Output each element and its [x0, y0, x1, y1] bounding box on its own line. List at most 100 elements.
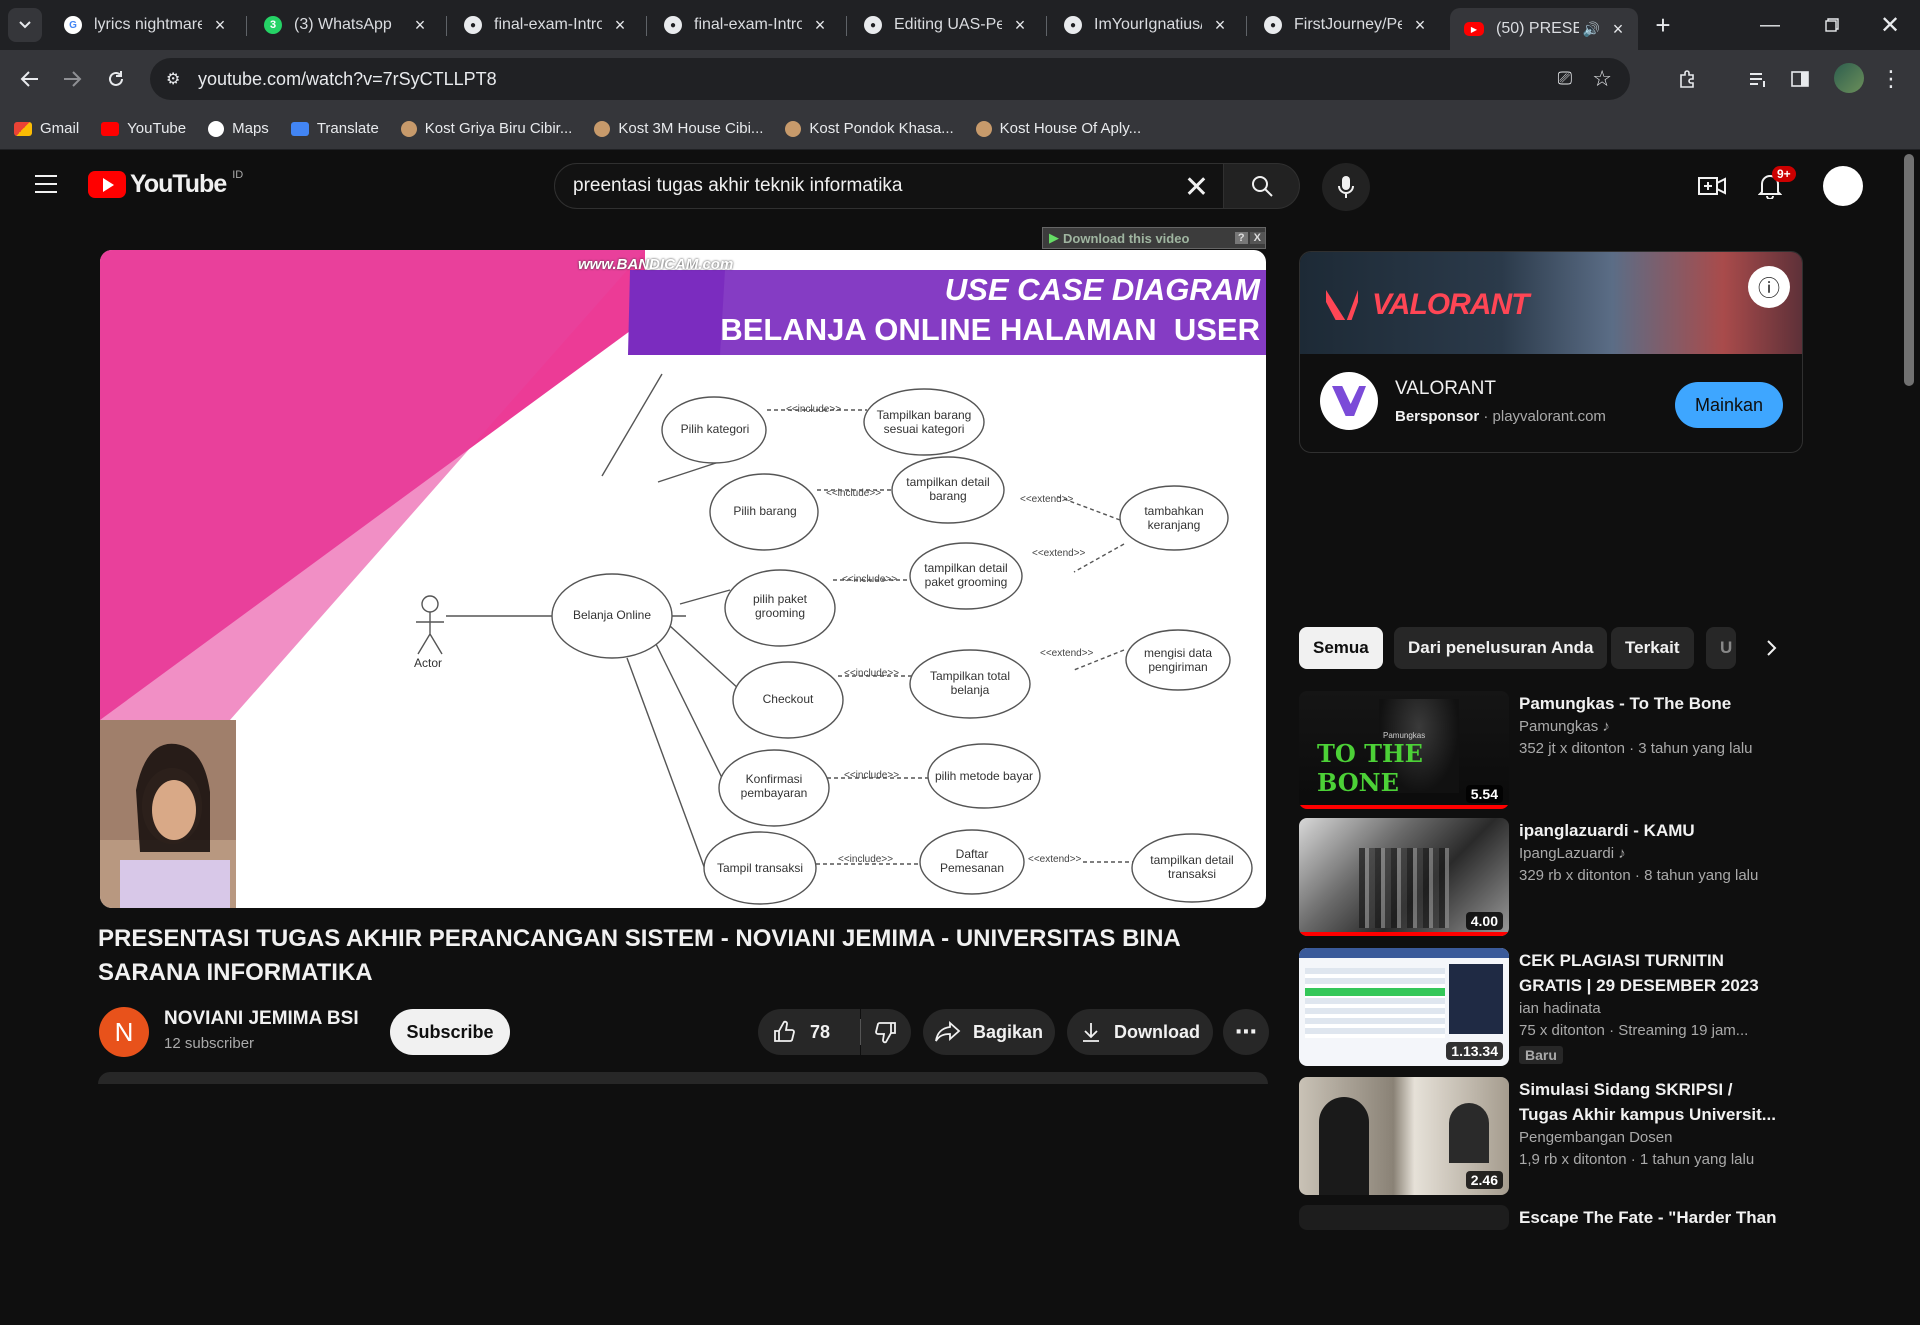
bookmark-youtube[interactable]: YouTube	[101, 120, 186, 137]
create-button[interactable]	[1692, 166, 1732, 206]
back-button[interactable]	[10, 59, 50, 99]
media-control-button[interactable]	[1740, 61, 1776, 97]
close-icon[interactable]: ×	[410, 15, 430, 36]
close-icon[interactable]: X	[1249, 232, 1265, 244]
window-close-button[interactable]: ✕	[1870, 8, 1910, 42]
site-info-icon[interactable]: ⚙	[166, 69, 180, 89]
bookmark-maps[interactable]: Maps	[208, 120, 269, 137]
share-button[interactable]: Bagikan	[923, 1009, 1055, 1055]
download-video-bar[interactable]: ▶ Download this video ? X	[1042, 227, 1266, 249]
rec-item[interactable]: 1.13.34 CEK PLAGIASI TURNITIN GRATIS | 2…	[1299, 948, 1899, 1068]
tab-search-button[interactable]	[8, 8, 42, 42]
account-avatar[interactable]	[1823, 166, 1863, 206]
close-icon[interactable]: ×	[1410, 15, 1430, 36]
ad-meta: Bersponsor · playvalorant.com	[1395, 408, 1606, 425]
rec-thumbnail[interactable]: Pamungkas TO THE BONE 5.54	[1299, 691, 1509, 809]
rec-item[interactable]: Pamungkas TO THE BONE 5.54 Pamungkas - T…	[1299, 691, 1899, 811]
description-box[interactable]	[98, 1072, 1268, 1084]
tab-github-1[interactable]: ● final-exam-Intro ×	[450, 8, 640, 42]
chips-next-button[interactable]	[1750, 626, 1794, 670]
extensions-button[interactable]	[1670, 61, 1706, 97]
bookmark-kost-4[interactable]: Kost House Of Aply...	[975, 120, 1141, 137]
extend-stereotype: <<extend>>	[1020, 494, 1074, 505]
minimize-button[interactable]: —	[1750, 8, 1790, 42]
chip-partial[interactable]: U	[1706, 627, 1736, 669]
profile-avatar[interactable]	[1834, 63, 1864, 93]
notifications-button[interactable]: 9+	[1750, 166, 1796, 206]
like-button[interactable]: 78	[758, 1009, 860, 1055]
google-icon: G	[64, 16, 82, 34]
tab-github-5[interactable]: ● FirstJourney/Pen ×	[1250, 8, 1440, 42]
dislike-button[interactable]	[861, 1009, 911, 1055]
search-button[interactable]	[1224, 163, 1300, 209]
subscriber-count: 12 subscriber	[164, 1035, 255, 1052]
chip-dari-penelusuran[interactable]: Dari penelusuran Anda	[1394, 627, 1608, 669]
chip-terkait[interactable]: Terkait	[1611, 627, 1694, 669]
puzzle-icon	[1680, 70, 1694, 88]
menu-kebab-icon[interactable]: ⋮	[1876, 61, 1906, 97]
bookmark-star-icon[interactable]: ☆	[1592, 66, 1612, 92]
rec-thumbnail[interactable]: 4.00	[1299, 818, 1509, 936]
forward-button[interactable]	[52, 59, 92, 99]
youtube-logo[interactable]: YouTube ID	[88, 169, 243, 199]
tab-github-4[interactable]: ● ImYourIgnatius/ ×	[1050, 8, 1240, 42]
speaker-icon[interactable]: 🔊	[1583, 21, 1600, 38]
close-icon[interactable]: ×	[1608, 19, 1628, 40]
close-icon[interactable]: ×	[210, 15, 230, 36]
bookmark-kost-1[interactable]: Kost Griya Biru Cibir...	[400, 120, 572, 137]
restore-button[interactable]	[1812, 8, 1852, 42]
extend-stereotype: <<extend>>	[1032, 548, 1086, 559]
rec-views: 75 x ditonton	[1519, 1022, 1605, 1039]
side-panel-button[interactable]	[1782, 61, 1818, 97]
subscribe-button[interactable]: Subscribe	[390, 1009, 510, 1055]
rec-item[interactable]: 4.00 ipanglazuardi - KAMU IpangLazuardi …	[1299, 818, 1899, 938]
rec-item[interactable]: 2.46 Simulasi Sidang SKRIPSI / Tugas Akh…	[1299, 1077, 1899, 1197]
address-bar[interactable]: ⚙ youtube.com/watch?v=7rSyCTLLPT8 ⎚ ☆	[150, 58, 1630, 100]
rec-thumbnail[interactable]	[1299, 1205, 1509, 1230]
install-app-icon[interactable]: ⎚	[1558, 68, 1572, 89]
microphone-icon	[1338, 176, 1354, 198]
create-video-icon	[1698, 177, 1726, 195]
tab-title: final-exam-Intro	[694, 16, 802, 33]
bookmark-translate[interactable]: Translate	[290, 120, 379, 137]
hamburger-menu-button[interactable]	[26, 164, 66, 204]
bookmark-kost-2[interactable]: Kost 3M House Cibi...	[594, 120, 763, 137]
download-label: Download	[1114, 1021, 1200, 1042]
use-case-pilih-barang: Pilih barang	[733, 504, 797, 518]
close-icon[interactable]: ×	[810, 15, 830, 36]
close-icon[interactable]: ×	[1210, 15, 1230, 36]
tab-github-3[interactable]: ● Editing UAS-Pen ×	[850, 8, 1040, 42]
rec-thumbnail[interactable]: 2.46	[1299, 1077, 1509, 1195]
include-stereotype: <<include>>	[786, 404, 842, 415]
clear-search-icon[interactable]: ✕	[1184, 170, 1209, 205]
voice-search-button[interactable]	[1322, 163, 1370, 211]
reload-button[interactable]	[96, 59, 136, 99]
chevron-down-icon	[19, 21, 31, 29]
page-scrollbar[interactable]	[1904, 154, 1914, 386]
tab-github-2[interactable]: ● final-exam-Intro ×	[650, 8, 840, 42]
more-actions-button[interactable]: ⋯	[1223, 1009, 1269, 1055]
channel-avatar[interactable]: N	[99, 1007, 149, 1057]
ad-card[interactable]: VALORANT ⓘ VALORANT Bersponsor · playval…	[1299, 251, 1803, 453]
rec-thumbnail[interactable]: 1.13.34	[1299, 948, 1509, 1066]
ad-domain: playvalorant.com	[1492, 408, 1606, 425]
close-icon[interactable]: ×	[610, 15, 630, 36]
include-total-belanja: Tampilkan total belanja	[929, 669, 1011, 697]
tab-lyrics[interactable]: G lyrics nightmare ×	[50, 8, 240, 42]
hamburger-icon	[35, 175, 57, 193]
ad-cta-button[interactable]: Mainkan	[1675, 382, 1783, 428]
tab-youtube-active[interactable]: ▶ (50) PRESEN 🔊 ×	[1450, 8, 1638, 50]
help-icon[interactable]: ?	[1234, 232, 1248, 244]
download-button[interactable]: Download	[1067, 1009, 1213, 1055]
video-player[interactable]: www.BANDICAM.com USE CASE DIAGRAM BELANJ…	[100, 250, 1266, 908]
tab-whatsapp[interactable]: 3 (3) WhatsApp ×	[250, 8, 440, 42]
chip-semua[interactable]: Semua	[1299, 627, 1383, 669]
bookmark-kost-3[interactable]: Kost Pondok Khasa...	[785, 120, 954, 137]
new-tab-button[interactable]: +	[1648, 10, 1678, 40]
info-button[interactable]: ⓘ	[1748, 266, 1790, 308]
channel-name[interactable]: NOVIANI JEMIMA BSI	[164, 1008, 359, 1030]
close-icon[interactable]: ×	[1010, 15, 1030, 36]
search-input[interactable]: preentasi tugas akhir teknik informatika…	[554, 163, 1224, 209]
bookmark-gmail[interactable]: Gmail	[14, 120, 79, 137]
rec-item[interactable]: Escape The Fate - "Harder Than	[1299, 1205, 1899, 1325]
